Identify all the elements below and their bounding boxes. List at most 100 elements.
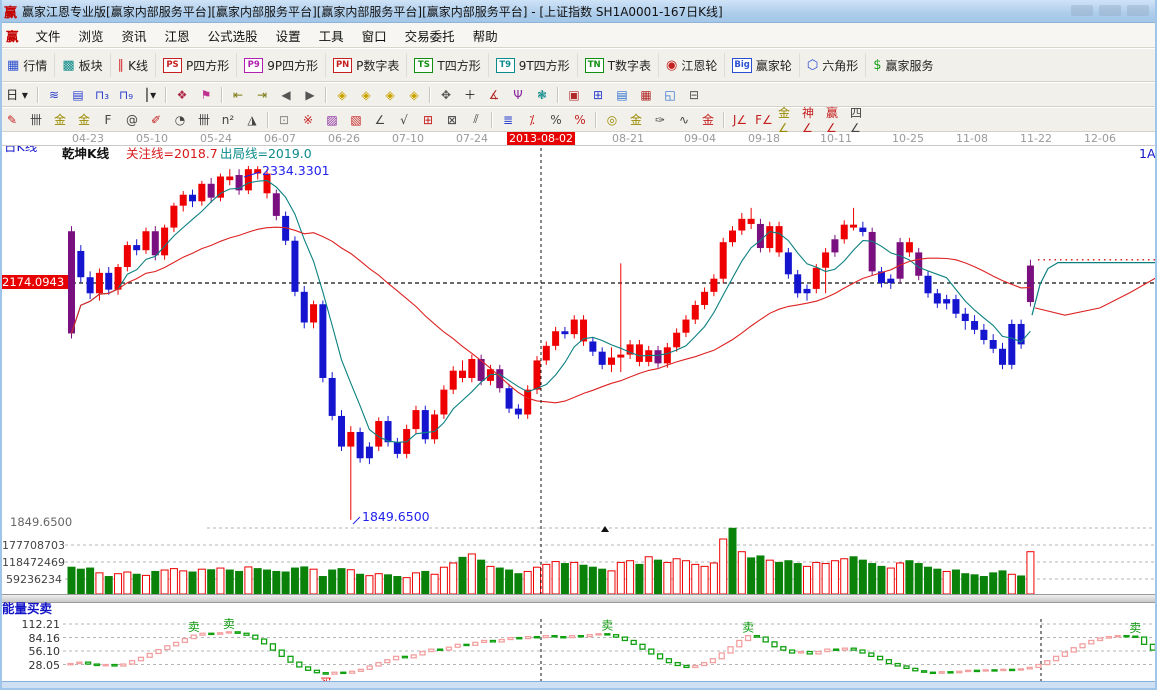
- diamond-right-icon[interactable]: ◈: [355, 84, 377, 105]
- f-angle-icon[interactable]: F∠: [753, 109, 775, 130]
- info-document-icon[interactable]: ▤: [67, 84, 89, 105]
- peak-annotation: 2334.3301: [262, 164, 330, 177]
- candle: [664, 347, 671, 363]
- comb2-icon[interactable]: 卌: [193, 109, 215, 130]
- angle-ruler-icon[interactable]: ◮: [241, 109, 263, 130]
- hexagon-button[interactable]: ⬡六角形: [799, 53, 865, 77]
- 9p-square-button[interactable]: P99P四方形: [236, 53, 325, 77]
- menu-item-1[interactable]: 浏览: [70, 23, 113, 48]
- fib-comb-icon[interactable]: F: [97, 109, 119, 130]
- candle: [366, 447, 373, 459]
- wave-tool-icon[interactable]: ∿: [673, 109, 695, 130]
- diamond-left-icon[interactable]: ◈: [331, 84, 353, 105]
- p-number-table-button[interactable]: PNP数字表: [325, 53, 406, 77]
- chart-canvas[interactable]: 卖卖卖卖卖买: [0, 146, 1157, 690]
- t-square-button[interactable]: TST四方形: [406, 53, 487, 77]
- gold-comb-icon[interactable]: 金: [49, 109, 71, 130]
- minimize-button[interactable]: [1071, 5, 1093, 16]
- gold-lines-icon[interactable]: 金: [625, 109, 647, 130]
- win-angle-icon[interactable]: 赢∠: [825, 109, 847, 130]
- menu-item-3[interactable]: 江恩: [156, 23, 199, 48]
- market-quotes-button[interactable]: ▦行情: [0, 53, 54, 77]
- menu-item-5[interactable]: 设置: [267, 23, 310, 48]
- volume-bar: [273, 571, 280, 594]
- trend-angle-icon[interactable]: ∠: [369, 109, 391, 130]
- sectors-button[interactable]: ▩板块: [54, 53, 109, 77]
- diamond-expand-icon[interactable]: ◈: [379, 84, 401, 105]
- brush2-icon[interactable]: ✐: [145, 109, 167, 130]
- price-levels-icon[interactable]: ≣: [497, 109, 519, 130]
- volume-bar: [142, 575, 149, 594]
- indicator-bar: [1018, 669, 1023, 670]
- overlay-curves-icon[interactable]: ≋: [43, 84, 65, 105]
- calendar-icon[interactable]: ▣: [563, 84, 585, 105]
- wave-check-icon[interactable]: √: [393, 109, 415, 130]
- diamond-full-icon[interactable]: ◈: [403, 84, 425, 105]
- shen-angle-icon[interactable]: 神∠: [801, 109, 823, 130]
- close-button[interactable]: [1127, 5, 1149, 16]
- single-candle-dropdown[interactable]: ⎮▾: [139, 84, 161, 105]
- crosshair-icon[interactable]: ＋: [459, 84, 481, 105]
- menu-item-2[interactable]: 资讯: [113, 23, 156, 48]
- angle-measure-icon[interactable]: ∡: [483, 84, 505, 105]
- period-day-dropdown[interactable]: 日 ▾: [1, 84, 33, 105]
- grid-box-icon[interactable]: ⊠: [441, 109, 463, 130]
- bottom-scrollbar-strip[interactable]: [0, 681, 1157, 690]
- maximize-button[interactable]: [1099, 5, 1121, 16]
- menu-item-9[interactable]: 帮助: [464, 23, 507, 48]
- time-comb-icon[interactable]: 卌: [25, 109, 47, 130]
- t-number-table-button[interactable]: TNT数字表: [577, 53, 658, 77]
- winner-wheel-button[interactable]: Big赢家轮: [724, 53, 799, 77]
- percent-line-icon[interactable]: %: [569, 109, 591, 130]
- gold-circle-icon[interactable]: ◎: [601, 109, 623, 130]
- 9t-square-button[interactable]: T99T四方形: [488, 53, 577, 77]
- gold-angle-icon[interactable]: 金∠: [777, 109, 799, 130]
- fan-red-icon[interactable]: ※: [297, 109, 319, 130]
- gold-red-icon[interactable]: 金: [697, 109, 719, 130]
- brush-red-icon[interactable]: ✎: [1, 109, 23, 130]
- spiral-icon[interactable]: @: [121, 109, 143, 130]
- volume-flag-icon[interactable]: ⚑: [195, 84, 217, 105]
- menu-item-0[interactable]: 文件: [27, 23, 70, 48]
- volume-bar: [394, 577, 401, 594]
- bars-9-icon[interactable]: ⊓₉: [115, 84, 137, 105]
- p-square-button[interactable]: PSP四方形: [155, 53, 236, 77]
- percent-retrace-icon[interactable]: ⁒: [521, 109, 543, 130]
- parallel-lines-icon[interactable]: ⫽: [465, 109, 487, 130]
- cycle-clock-icon[interactable]: ◔: [169, 109, 191, 130]
- box-measure-icon[interactable]: ⊡: [273, 109, 295, 130]
- indicator-bar: [983, 670, 988, 671]
- gann-tool-icon[interactable]: Ψ: [507, 84, 529, 105]
- gold-marker-icon[interactable]: ✑: [649, 109, 671, 130]
- ai-analysis-icon[interactable]: ❃: [531, 84, 553, 105]
- fan-grid-icon[interactable]: ▧: [345, 109, 367, 130]
- winner-service-button[interactable]: $赢家服务: [865, 53, 940, 77]
- menu-item-7[interactable]: 窗口: [353, 23, 396, 48]
- gann-wheel-button[interactable]: ◉江恩轮: [658, 53, 724, 77]
- j-angle-icon[interactable]: J∠: [729, 109, 751, 130]
- first-page-button[interactable]: ⇤: [227, 84, 249, 105]
- menu-item-8[interactable]: 交易委托: [396, 23, 464, 48]
- gold-comb2-icon[interactable]: 金: [73, 109, 95, 130]
- prev-button[interactable]: ◀: [275, 84, 297, 105]
- grid-red-icon[interactable]: ⊞: [417, 109, 439, 130]
- export-disk-icon[interactable]: ◱: [659, 84, 681, 105]
- pattern-stamp-icon[interactable]: ❖: [171, 84, 193, 105]
- workstation-icon[interactable]: ⊟: [683, 84, 705, 105]
- fan-purple-icon[interactable]: ▨: [321, 109, 343, 130]
- kline-button[interactable]: ∥K线: [110, 53, 155, 77]
- notes-icon[interactable]: ▤: [611, 84, 633, 105]
- menu-item-4[interactable]: 公式选股: [199, 23, 267, 48]
- pane-divider[interactable]: [0, 594, 1157, 603]
- t9-box-icon: T9: [496, 58, 515, 73]
- save-disk-icon[interactable]: ▦: [635, 84, 657, 105]
- si-angle-icon[interactable]: 四∠: [849, 109, 871, 130]
- n-square-icon[interactable]: n²: [217, 109, 239, 130]
- next-button[interactable]: ▶: [299, 84, 321, 105]
- percent-icon[interactable]: %: [545, 109, 567, 130]
- calculator-icon[interactable]: ⊞: [587, 84, 609, 105]
- pan-hand-icon[interactable]: ✥: [435, 84, 457, 105]
- bars-3-icon[interactable]: ⊓₃: [91, 84, 113, 105]
- last-page-button[interactable]: ⇥: [251, 84, 273, 105]
- menu-item-6[interactable]: 工具: [310, 23, 353, 48]
